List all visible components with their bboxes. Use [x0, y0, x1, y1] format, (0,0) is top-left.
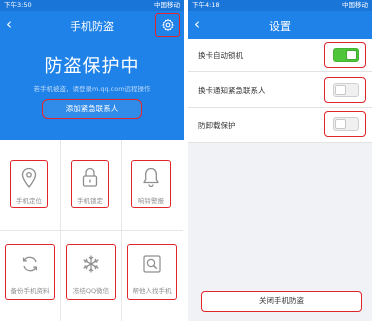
status-bar: 下午3:50 中国移动: [0, 0, 184, 11]
toggle-knob: [346, 50, 357, 60]
refresh-icon: [22, 256, 38, 272]
tile-label: 备份手机资料: [10, 287, 50, 295]
help-find-phone-tile[interactable]: 帮他人找手机: [127, 244, 177, 300]
disable-anti-theft-button[interactable]: 关闭手机防盗: [201, 291, 362, 312]
feature-grid: 手机定位 手机锁定 响铃警报 备份手机资料 冻结QQ微信 帮他人找手机: [0, 140, 184, 321]
phone-lock-tile[interactable]: 手机锁定: [71, 160, 109, 208]
search-icon: [143, 255, 161, 273]
status-carrier: 中国移动: [154, 1, 180, 9]
status-carrier: 中国移动: [342, 1, 368, 9]
tile-label: 手机定位: [16, 197, 42, 205]
status-time: 下午4:18: [192, 1, 220, 9]
snowflake-icon: [83, 255, 99, 273]
status-time: 下午3:50: [4, 1, 32, 9]
setting-row-auto-lock: 换卡自动锁机: [188, 39, 372, 72]
title-bar: ‹ 设置: [188, 11, 372, 39]
page-title: 设置: [269, 20, 291, 33]
uninstall-protect-toggle[interactable]: [333, 117, 359, 131]
tile-label: 冻结QQ微信: [72, 287, 110, 295]
toggle-highlight: [324, 111, 366, 137]
settings-button[interactable]: [155, 13, 180, 37]
backup-data-tile[interactable]: 备份手机资料: [5, 244, 55, 300]
setting-label: 换卡自动锁机: [198, 51, 243, 60]
setting-label: 防卸载保护: [198, 121, 236, 130]
bell-icon: [143, 167, 159, 188]
tile-label: 手机锁定: [77, 197, 103, 205]
toggle-knob: [335, 119, 346, 129]
notify-contact-toggle[interactable]: [333, 83, 359, 97]
location-pin-icon: [21, 167, 37, 189]
gear-icon: [161, 19, 174, 31]
toggle-knob: [335, 85, 346, 95]
auto-lock-toggle[interactable]: [333, 48, 359, 62]
lock-icon: [82, 167, 98, 187]
tile-label: 帮他人找手机: [132, 287, 172, 295]
protection-banner: 防盗保护中 若手机被盗，请登录m.qq.com远程操作 添加紧急联系人: [0, 39, 184, 140]
setting-label: 换卡通知紧急联系人: [198, 86, 266, 95]
add-emergency-contact-button[interactable]: 添加紧急联系人: [42, 99, 142, 119]
right-screen: 下午4:18 中国移动 ‹ 设置 换卡自动锁机 换卡通知紧急联系人 防卸载保护 …: [188, 0, 372, 321]
toggle-highlight: [324, 77, 366, 103]
title-bar: ‹ 手机防盗: [0, 11, 184, 39]
left-screen: 下午3:50 中国移动 ‹ 手机防盗 防盗保护中 若手机被盗，请登录m.qq.c…: [0, 0, 184, 321]
toggle-highlight: [324, 42, 366, 68]
tile-label: 响铃警报: [138, 197, 164, 205]
ring-alarm-tile[interactable]: 响铃警报: [131, 160, 171, 208]
protection-hint: 若手机被盗，请登录m.qq.com远程操作: [33, 85, 151, 93]
phone-locate-tile[interactable]: 手机定位: [10, 160, 48, 208]
setting-row-notify-contact: 换卡通知紧急联系人: [188, 72, 372, 108]
setting-row-uninstall-protect: 防卸载保护: [188, 108, 372, 143]
status-bar: 下午4:18 中国移动: [188, 0, 372, 11]
freeze-qq-wechat-tile[interactable]: 冻结QQ微信: [66, 244, 116, 300]
protection-status: 防盗保护中: [44, 56, 140, 77]
